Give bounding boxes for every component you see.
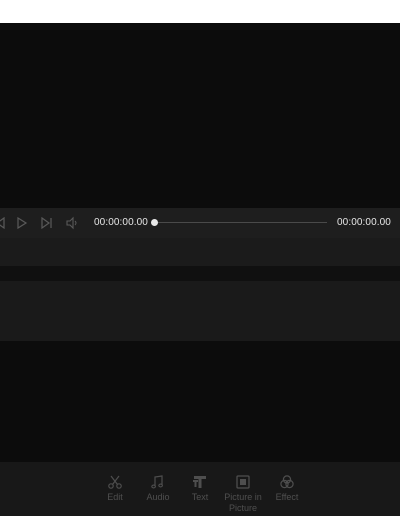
edit-tool-button[interactable]: Edit <box>103 474 127 503</box>
audio-tool-button[interactable]: Audio <box>144 474 172 503</box>
video-preview <box>0 23 400 208</box>
effect-tool-label: Effect <box>275 492 299 502</box>
video-editor-screen: 00:00:00.00 00:00:00.00 Edit Audio Text … <box>0 0 400 516</box>
picture-in-picture-tool-button[interactable]: Picture in Picture <box>222 474 264 514</box>
text-icon <box>189 474 211 490</box>
edit-tool-label: Edit <box>107 492 123 502</box>
text-tool-label: Text <box>191 492 209 502</box>
picture-in-picture-tool-label: Picture in Picture <box>224 492 262 513</box>
seek-handle[interactable] <box>151 219 158 226</box>
text-tool-button[interactable]: Text <box>189 474 211 503</box>
timeline-ruler <box>0 238 400 266</box>
effect-tool-button[interactable]: Effect <box>273 474 301 503</box>
volume-icon[interactable] <box>65 215 79 231</box>
playback-bar: 00:00:00.00 00:00:00.00 <box>0 208 400 238</box>
play-icon[interactable] <box>16 215 28 231</box>
total-time: 00:00:00.00 <box>337 217 391 228</box>
effect-icon <box>273 474 301 490</box>
picture-in-picture-icon <box>222 474 264 490</box>
top-bar <box>0 0 400 23</box>
timeline-divider <box>0 266 400 281</box>
next-frame-icon[interactable] <box>40 215 54 231</box>
current-time: 00:00:00.00 <box>94 217 148 228</box>
audio-tool-label: Audio <box>146 492 170 502</box>
music-note-icon <box>144 474 172 490</box>
previous-icon[interactable] <box>0 215 5 231</box>
scissors-icon <box>103 474 127 490</box>
timeline-track[interactable] <box>0 281 400 341</box>
seek-track[interactable] <box>153 222 327 223</box>
timeline-empty-area <box>0 341 400 462</box>
